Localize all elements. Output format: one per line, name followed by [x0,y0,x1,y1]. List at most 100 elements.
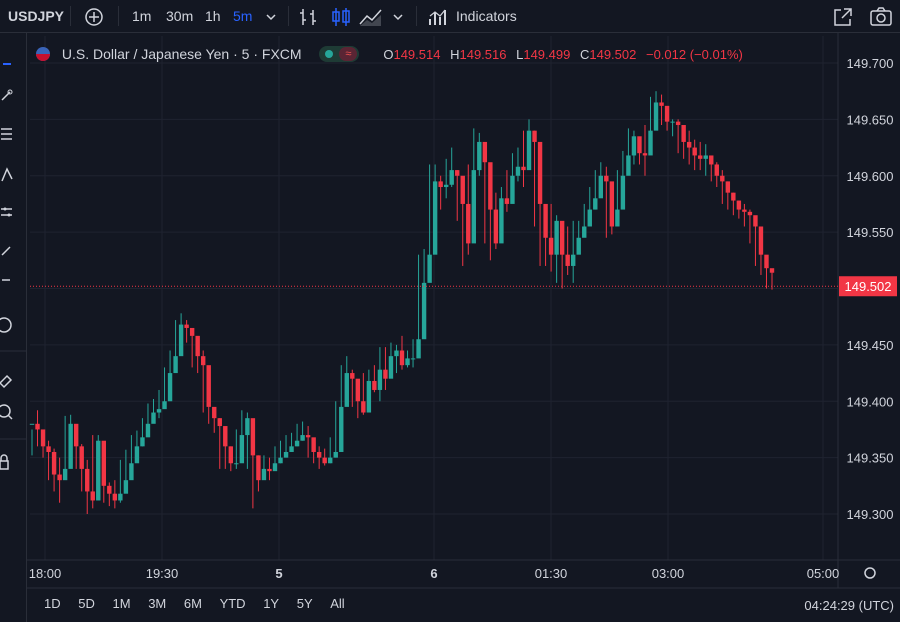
candle-body [311,437,316,452]
candle-body [526,130,532,171]
candle-body [305,435,311,438]
candle-body [769,268,775,273]
x-tick-label: 18:00 [29,566,62,581]
high-value: 149.516 [459,47,507,63]
market-status-badge[interactable]: ≈ [319,46,360,63]
candle-body [477,141,482,171]
candle-body [764,254,769,269]
y-tick-label: 149.600 [847,169,894,184]
utc-clock[interactable]: 04:24:29 (UTC) [804,598,894,613]
candle-body [587,209,592,227]
high-key: H [450,47,460,63]
range-ytd[interactable]: YTD [220,596,246,611]
candle-body [443,184,449,188]
candle-body [328,457,333,464]
candle-body [377,369,383,390]
candle-body [195,335,200,357]
candle-body [488,162,493,210]
x-tick-label: 05:00 [807,566,840,581]
candle-body [289,446,294,452]
candle-body [455,170,460,176]
candle-body [178,324,184,357]
candle-body [648,130,653,156]
candle-body [460,175,465,204]
candle-body [29,423,35,425]
candle-body [432,181,438,255]
candle-body [565,254,570,266]
candle-body [217,418,222,427]
settings-gear-icon[interactable] [864,567,876,579]
candle-body [620,175,626,210]
candle-body [162,401,167,410]
candle-body [278,457,283,464]
instrument-title[interactable]: U.S. Dollar / Japanese Yen · 5 · FXCM [62,46,302,62]
candle-body [405,358,410,366]
market-open-dot-icon [325,50,334,59]
range-5y[interactable]: 5Y [297,596,313,611]
candle-body [548,237,554,255]
candle-body [642,153,648,156]
candle-body [416,339,421,359]
candle-body [604,175,609,182]
candle-body [372,380,377,390]
candle-body [140,437,145,447]
range-3m[interactable]: 3M [148,596,166,611]
candle-body [399,350,405,366]
candle-body [421,282,427,340]
candle-body [316,451,322,458]
candle-body [35,423,40,430]
candle-body [394,350,399,357]
candle-body [521,166,526,171]
candle-body [664,105,670,122]
price-chart[interactable]: 149.700 149.650 149.600 149.550 149.450 149.4… [0,0,900,622]
candle-body [344,373,349,407]
range-6m[interactable]: 6M [184,596,202,611]
candle-body [101,440,106,486]
candle-body [504,198,510,204]
change-value: −0.012 (−0.01%) [645,47,743,63]
candle-body [698,155,703,159]
candle-body [537,141,543,204]
candle-body [383,369,388,379]
range-all[interactable]: All [330,596,344,611]
x-tick-label: 19:30 [146,566,179,581]
candle-body [212,406,217,419]
candle-body [692,147,697,156]
candle-body [107,485,112,494]
candle-body [466,203,471,244]
candle-body [51,451,57,475]
candle-body [703,155,708,159]
candle-body [184,324,189,328]
candle-body [438,181,443,188]
candle-body [333,451,338,458]
candle-body [720,175,725,182]
candle-body [681,125,686,142]
candle-body [68,423,73,469]
candle-body [366,380,372,413]
candle-body [598,175,604,199]
range-1y[interactable]: 1Y [263,596,279,611]
candle-body [609,181,615,227]
candle-body [189,327,195,336]
candle-body [112,493,118,501]
y-tick-label: 149.350 [847,451,894,466]
candle-body [118,493,123,501]
range-5d[interactable]: 5D [78,596,95,611]
candle-body [747,211,753,216]
candle-body [499,198,504,244]
candle-body [300,435,305,441]
candle-body [250,418,256,456]
y-tick-label: 149.450 [847,338,894,353]
candle-body [515,166,521,176]
range-1d[interactable]: 1D [44,596,61,611]
candle-body [40,429,46,447]
candle-body [686,141,692,148]
candle-body [339,406,344,452]
candle-body [200,356,206,366]
candle-body [653,102,659,131]
chart-legend: U.S. Dollar / Japanese Yen · 5 · FXCM ≈ … [36,45,749,67]
candle-body [350,373,355,379]
y-tick-label: 149.650 [847,112,894,127]
candle-body [493,209,499,244]
range-1m[interactable]: 1M [113,596,131,611]
